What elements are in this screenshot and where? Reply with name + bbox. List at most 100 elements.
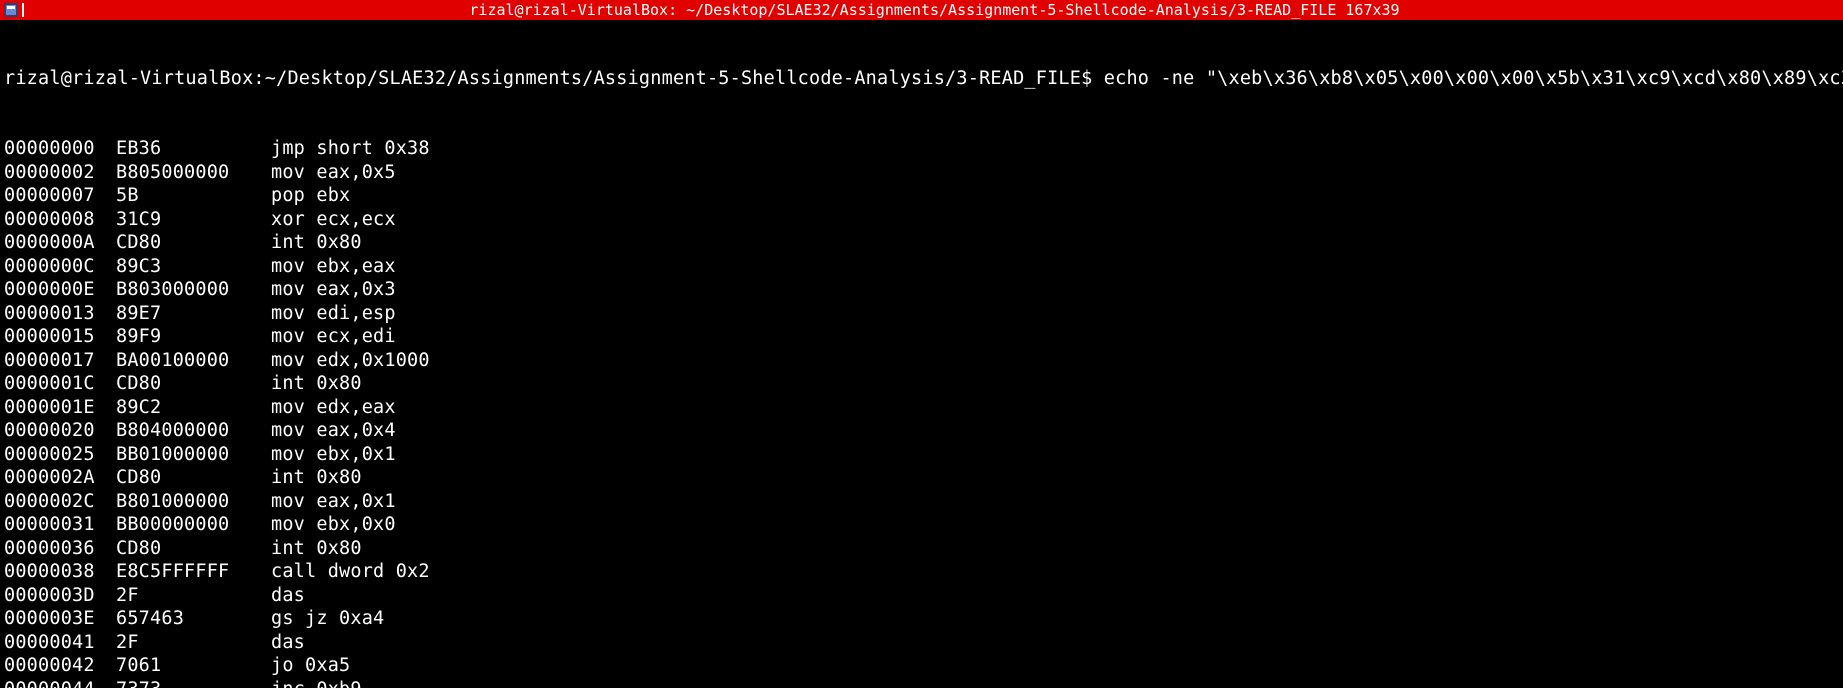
hex: CD80 <box>116 231 271 254</box>
asm: xor ecx,ecx <box>271 208 396 231</box>
command-text: echo -ne "\xeb\x36\xb8\x05\x00\x00\x00\x… <box>1104 68 1843 89</box>
hex: 89E7 <box>116 302 271 325</box>
disasm-row: 00000031BB00000000mov ebx,0x0 <box>4 513 1839 536</box>
addr: 0000002C <box>4 490 116 513</box>
addr: 0000000A <box>4 231 116 254</box>
terminal-area[interactable]: rizal@rizal-VirtualBox:~/Desktop/SLAE32/… <box>0 20 1843 688</box>
asm: int 0x80 <box>271 372 362 395</box>
asm: pop ebx <box>271 184 350 207</box>
asm: call dword 0x2 <box>271 560 430 583</box>
disasm-row: 0000001589F9mov ecx,edi <box>4 325 1839 348</box>
addr: 0000000C <box>4 255 116 278</box>
addr: 00000044 <box>4 678 116 688</box>
hex: B801000000 <box>116 490 271 513</box>
disasm-row: 0000000C89C3mov ebx,eax <box>4 255 1839 278</box>
hex: B805000000 <box>116 161 271 184</box>
hex: CD80 <box>116 537 271 560</box>
addr: 00000017 <box>4 349 116 372</box>
app-icon <box>4 3 18 17</box>
addr: 00000038 <box>4 560 116 583</box>
asm: mov eax,0x3 <box>271 278 396 301</box>
hex: B804000000 <box>116 419 271 442</box>
hex: CD80 <box>116 466 271 489</box>
addr: 0000001E <box>4 396 116 419</box>
addr: 0000003D <box>4 584 116 607</box>
disasm-row: 000000447373jnc 0xb9 <box>4 678 1839 688</box>
hex: 7373 <box>116 678 271 688</box>
disasm-row: 00000038E8C5FFFFFFcall dword 0x2 <box>4 560 1839 583</box>
disasm-row: 0000001389E7mov edi,esp <box>4 302 1839 325</box>
disasm-row: 0000002CB801000000mov eax,0x1 <box>4 490 1839 513</box>
addr: 00000007 <box>4 184 116 207</box>
addr: 00000020 <box>4 419 116 442</box>
hex: 5B <box>116 184 271 207</box>
asm: jnc 0xb9 <box>271 678 362 688</box>
hex: 89F9 <box>116 325 271 348</box>
asm: gs jz 0xa4 <box>271 607 384 630</box>
asm: das <box>271 631 305 654</box>
disasm-row: 000000075Bpop ebx <box>4 184 1839 207</box>
asm: int 0x80 <box>271 466 362 489</box>
addr: 00000025 <box>4 443 116 466</box>
asm: mov eax,0x4 <box>271 419 396 442</box>
addr: 00000031 <box>4 513 116 536</box>
hex: 2F <box>116 631 271 654</box>
asm: mov ebx,eax <box>271 255 396 278</box>
asm: mov eax,0x1 <box>271 490 396 513</box>
prompt-text: rizal@rizal-VirtualBox:~/Desktop/SLAE32/… <box>4 68 1104 89</box>
addr: 0000002A <box>4 466 116 489</box>
hex: E8C5FFFFFF <box>116 560 271 583</box>
asm: mov ebx,0x0 <box>271 513 396 536</box>
hex: B803000000 <box>116 278 271 301</box>
addr: 00000008 <box>4 208 116 231</box>
disasm-row: 00000002B805000000mov eax,0x5 <box>4 161 1839 184</box>
disasm-row: 0000002ACD80int 0x80 <box>4 466 1839 489</box>
asm: jmp short 0x38 <box>271 137 430 160</box>
disasm-row: 0000003D2Fdas <box>4 584 1839 607</box>
hex: BA00100000 <box>116 349 271 372</box>
asm: mov edi,esp <box>271 302 396 325</box>
addr: 00000041 <box>4 631 116 654</box>
addr: 00000036 <box>4 537 116 560</box>
disasm-row: 0000001CCD80int 0x80 <box>4 372 1839 395</box>
hex: BB01000000 <box>116 443 271 466</box>
hex: 89C2 <box>116 396 271 419</box>
addr: 00000042 <box>4 654 116 677</box>
asm: das <box>271 584 305 607</box>
disasm-row: 000000427061jo 0xa5 <box>4 654 1839 677</box>
title-cursor <box>22 3 24 17</box>
disasm-row: 0000000831C9xor ecx,ecx <box>4 208 1839 231</box>
disasm-row: 00000036CD80int 0x80 <box>4 537 1839 560</box>
disasm-row: 00000000EB36jmp short 0x38 <box>4 137 1839 160</box>
titlebar[interactable]: rizal@rizal-VirtualBox: ~/Desktop/SLAE32… <box>0 0 1843 20</box>
disasm-row: 000000412Fdas <box>4 631 1839 654</box>
hex: EB36 <box>116 137 271 160</box>
hex: 7061 <box>116 654 271 677</box>
asm: int 0x80 <box>271 231 362 254</box>
disassembly-output: 00000000EB36jmp short 0x3800000002B80500… <box>4 137 1839 688</box>
addr: 0000000E <box>4 278 116 301</box>
disasm-row: 0000000ACD80int 0x80 <box>4 231 1839 254</box>
prompt-line: rizal@rizal-VirtualBox:~/Desktop/SLAE32/… <box>4 67 1839 90</box>
addr: 00000002 <box>4 161 116 184</box>
window-title: rizal@rizal-VirtualBox: ~/Desktop/SLAE32… <box>26 0 1843 20</box>
disasm-row: 0000001E89C2mov edx,eax <box>4 396 1839 419</box>
addr: 00000015 <box>4 325 116 348</box>
asm: jo 0xa5 <box>271 654 350 677</box>
hex: 2F <box>116 584 271 607</box>
hex: 657463 <box>116 607 271 630</box>
addr: 00000013 <box>4 302 116 325</box>
disasm-row: 00000025BB01000000mov ebx,0x1 <box>4 443 1839 466</box>
asm: mov edx,0x1000 <box>271 349 430 372</box>
addr: 00000000 <box>4 137 116 160</box>
disasm-row: 00000017BA00100000mov edx,0x1000 <box>4 349 1839 372</box>
asm: mov ebx,0x1 <box>271 443 396 466</box>
disasm-row: 00000020B804000000mov eax,0x4 <box>4 419 1839 442</box>
disasm-row: 0000000EB803000000mov eax,0x3 <box>4 278 1839 301</box>
hex: 89C3 <box>116 255 271 278</box>
asm: mov ecx,edi <box>271 325 396 348</box>
addr: 0000003E <box>4 607 116 630</box>
asm: mov edx,eax <box>271 396 396 419</box>
disasm-row: 0000003E657463gs jz 0xa4 <box>4 607 1839 630</box>
terminal-window: rizal@rizal-VirtualBox: ~/Desktop/SLAE32… <box>0 0 1843 688</box>
